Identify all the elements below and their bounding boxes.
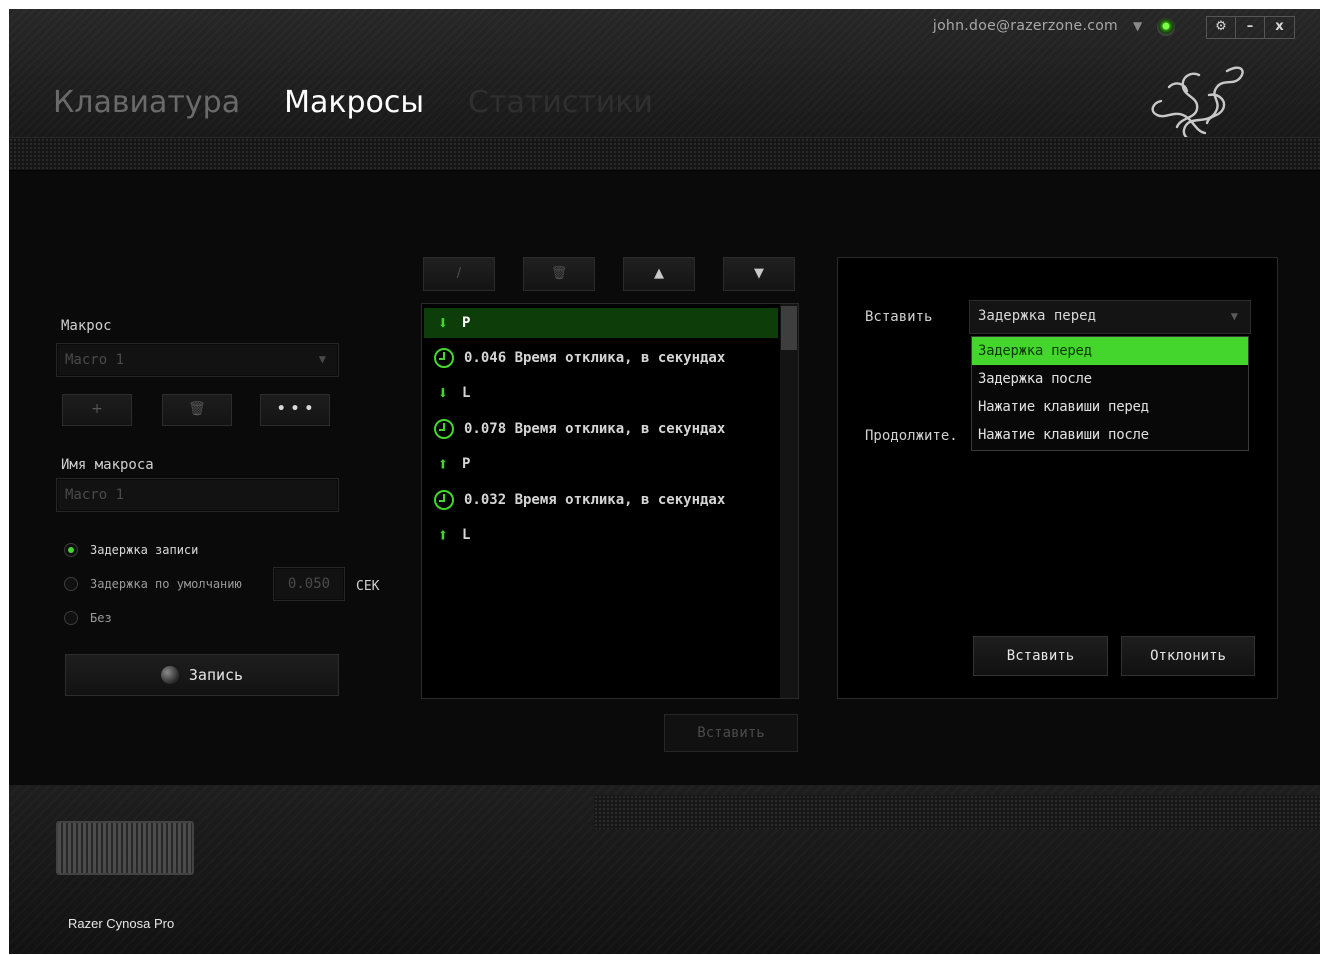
radio-label: Задержка по умолчанию	[90, 577, 242, 591]
option-keypress-after[interactable]: Нажатие клавиши после	[972, 421, 1248, 449]
delete-event-button[interactable]: 🗑	[523, 257, 595, 291]
insert-type-select[interactable]: Задержка перед ▼	[969, 300, 1251, 334]
macro-event-list[interactable]: ⬇ P 0.046 Время отклика, в секундах ⬇ L …	[421, 303, 799, 699]
minimize-button[interactable]: –	[1236, 17, 1265, 38]
insert-type-label: Вставить	[865, 309, 933, 325]
radio-default-delay[interactable]: Задержка по умолчанию	[64, 577, 242, 591]
settings-icon[interactable]: ⚙	[1207, 17, 1236, 38]
radio-button[interactable]	[64, 611, 78, 625]
event-text: L	[462, 385, 471, 401]
default-delay-input[interactable]: 0.050	[273, 567, 345, 601]
scrollbar[interactable]	[780, 304, 798, 698]
list-item[interactable]: ⬆ L	[434, 520, 778, 550]
macro-select[interactable]: Macro 1 ▼	[56, 343, 339, 377]
synapse-window: john.doe@razerzone.com ▼ ⚙ – x Клавиатур…	[9, 9, 1320, 954]
delete-macro-button[interactable]: 🗑	[162, 394, 232, 426]
radio-record-delay[interactable]: Задержка записи	[64, 543, 198, 557]
delay-unit-label: СЕК	[356, 579, 380, 594]
event-text: 0.078 Время отклика, в секундах	[464, 421, 726, 437]
chevron-down-icon: ▼	[1230, 309, 1238, 323]
macro-label: Макрос	[61, 318, 112, 334]
list-item[interactable]: ⬇ L	[434, 378, 778, 408]
list-item[interactable]: 0.032 Время отклика, в секундах	[434, 485, 778, 515]
main-tabs: Клавиатура Макросы Статистики	[53, 85, 653, 120]
radio-label: Задержка записи	[90, 543, 199, 557]
record-label: Запись	[188, 666, 244, 684]
event-text: 0.032 Время отклика, в секундах	[464, 492, 726, 508]
list-item[interactable]: ⬇ P	[424, 308, 778, 338]
event-text: P	[462, 456, 471, 472]
apply-insert-button[interactable]: Вставить	[973, 636, 1108, 676]
arrow-down-icon: ⬇	[437, 382, 449, 404]
online-status-icon	[1157, 18, 1175, 36]
chevron-down-icon: ▼	[318, 352, 326, 366]
move-up-button[interactable]: ▲	[623, 257, 695, 291]
move-down-button[interactable]: ▼	[723, 257, 795, 291]
option-delay-after[interactable]: Задержка после	[972, 365, 1248, 393]
macro-name-placeholder: Macro 1	[65, 487, 125, 503]
account-email[interactable]: john.doe@razerzone.com	[933, 18, 1118, 34]
macro-name-label: Имя макроса	[61, 457, 154, 473]
scrollbar-thumb[interactable]	[781, 306, 797, 350]
clock-icon	[434, 419, 454, 439]
radio-label: Без	[90, 611, 112, 625]
arrow-down-icon: ⬇	[437, 312, 449, 334]
close-button[interactable]: x	[1265, 17, 1294, 38]
add-macro-button[interactable]: +	[62, 394, 132, 426]
keyboard-device-icon[interactable]	[56, 821, 194, 875]
footer-pattern-strip	[594, 795, 1320, 829]
event-text: L	[462, 527, 471, 543]
tab-statistics[interactable]: Статистики	[468, 85, 653, 120]
insert-type-options: Задержка перед Задержка после Нажатие кл…	[971, 336, 1249, 451]
radio-no-delay[interactable]: Без	[64, 611, 112, 625]
option-keypress-before[interactable]: Нажатие клавиши перед	[972, 393, 1248, 421]
event-text: P	[462, 315, 471, 331]
clock-icon	[434, 490, 454, 510]
insert-event-button[interactable]: Вставить	[664, 714, 798, 752]
macro-name-input[interactable]: Macro 1	[56, 478, 339, 512]
more-options-button[interactable]: • • •	[260, 394, 330, 426]
record-icon	[160, 666, 179, 684]
tab-macros[interactable]: Макросы	[284, 85, 424, 120]
radio-button[interactable]	[64, 543, 78, 557]
device-name: Razer Cynosa Pro	[68, 916, 175, 931]
radio-button[interactable]	[64, 577, 78, 591]
cancel-insert-button[interactable]: Отклонить	[1121, 636, 1255, 676]
arrow-up-icon: ⬆	[437, 453, 449, 475]
continue-label: Продолжите.	[865, 428, 958, 444]
window-controls: ⚙ – x	[1206, 16, 1295, 39]
option-delay-before[interactable]: Задержка перед	[972, 337, 1248, 365]
list-item[interactable]: ⬆ P	[434, 449, 778, 479]
list-item[interactable]: 0.046 Время отклика, в секундах	[434, 343, 778, 373]
clock-icon	[434, 348, 454, 368]
list-item[interactable]: 0.078 Время отклика, в секундах	[434, 414, 778, 444]
edit-event-button[interactable]: /	[423, 257, 495, 291]
tab-keyboard[interactable]: Клавиатура	[53, 85, 240, 120]
arrow-up-icon: ⬆	[437, 524, 449, 546]
record-button[interactable]: Запись	[65, 654, 339, 696]
header-pattern-strip	[9, 137, 1320, 171]
account-dropdown-icon[interactable]: ▼	[1133, 19, 1142, 33]
insert-type-value: Задержка перед	[978, 308, 1097, 324]
event-text: 0.046 Время отклика, в секундах	[464, 350, 726, 366]
macro-select-value: Macro 1	[65, 352, 125, 368]
